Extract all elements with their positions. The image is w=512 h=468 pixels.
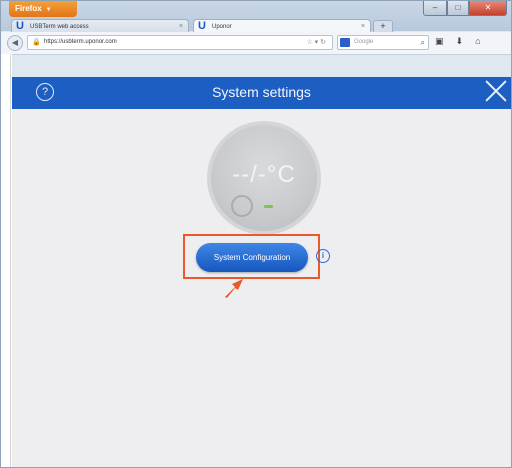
page-title: System settings bbox=[212, 84, 311, 100]
uponor-favicon-icon: U bbox=[16, 20, 24, 32]
browser-window: Firefox ▼ – □ ✕ U USBTerm web access × U … bbox=[0, 0, 512, 468]
minimize-button[interactable]: – bbox=[423, 1, 447, 16]
navigation-bar: ◀ 🔒 https://usbterm.uponor.com ☆▾↻ Googl… bbox=[1, 32, 511, 55]
app-header: ? System settings bbox=[12, 77, 511, 109]
home-icon[interactable]: ⌂ bbox=[475, 36, 480, 47]
close-icon[interactable] bbox=[485, 80, 507, 102]
maximize-button[interactable]: □ bbox=[447, 1, 469, 16]
tab-uponor[interactable]: U Uponor × bbox=[193, 19, 371, 33]
url-text: https://usbterm.uponor.com bbox=[44, 39, 117, 45]
url-bar[interactable]: 🔒 https://usbterm.uponor.com ☆▾↻ bbox=[27, 35, 333, 50]
lock-icon: 🔒 bbox=[32, 39, 41, 46]
firefox-menu-button[interactable]: Firefox ▼ bbox=[9, 1, 77, 17]
dial-knob-icon bbox=[231, 195, 253, 217]
divider bbox=[10, 54, 11, 467]
uponor-favicon-icon: U bbox=[198, 20, 206, 32]
nav-toolbar: ▣ ⬇ ⌂ bbox=[435, 36, 481, 47]
temperature-readout: --/-°C bbox=[232, 161, 296, 188]
firefox-menu-label: Firefox bbox=[15, 4, 42, 13]
search-bar[interactable]: Google ⌕ bbox=[337, 35, 429, 50]
tab-label: USBTerm web access bbox=[30, 24, 89, 30]
back-button[interactable]: ◀ bbox=[7, 35, 23, 51]
system-configuration-button[interactable]: System Configuration bbox=[196, 243, 308, 272]
window-close-button[interactable]: ✕ bbox=[469, 1, 507, 16]
window-controls: – □ ✕ bbox=[423, 1, 507, 16]
search-placeholder: Google bbox=[354, 39, 374, 45]
status-indicator-icon bbox=[264, 205, 273, 208]
tab-label: Uponor bbox=[212, 24, 232, 30]
search-engine-icon[interactable] bbox=[340, 38, 350, 47]
pointer-arrow-icon bbox=[225, 279, 243, 298]
search-icon[interactable]: ⌕ bbox=[421, 36, 425, 49]
tab-usbterm[interactable]: U USBTerm web access × bbox=[11, 19, 189, 33]
download-icon[interactable]: ⬇ bbox=[456, 36, 464, 47]
chevron-down-icon: ▼ bbox=[45, 7, 52, 13]
thermostat-dial: --/-°C bbox=[207, 121, 321, 235]
url-actions[interactable]: ☆▾↻ bbox=[306, 36, 328, 49]
browser-titlebar: Firefox ▼ – □ ✕ U USBTerm web access × U … bbox=[1, 1, 511, 34]
info-icon[interactable]: i bbox=[316, 249, 330, 263]
bookmarks-icon[interactable]: ▣ bbox=[435, 36, 444, 47]
